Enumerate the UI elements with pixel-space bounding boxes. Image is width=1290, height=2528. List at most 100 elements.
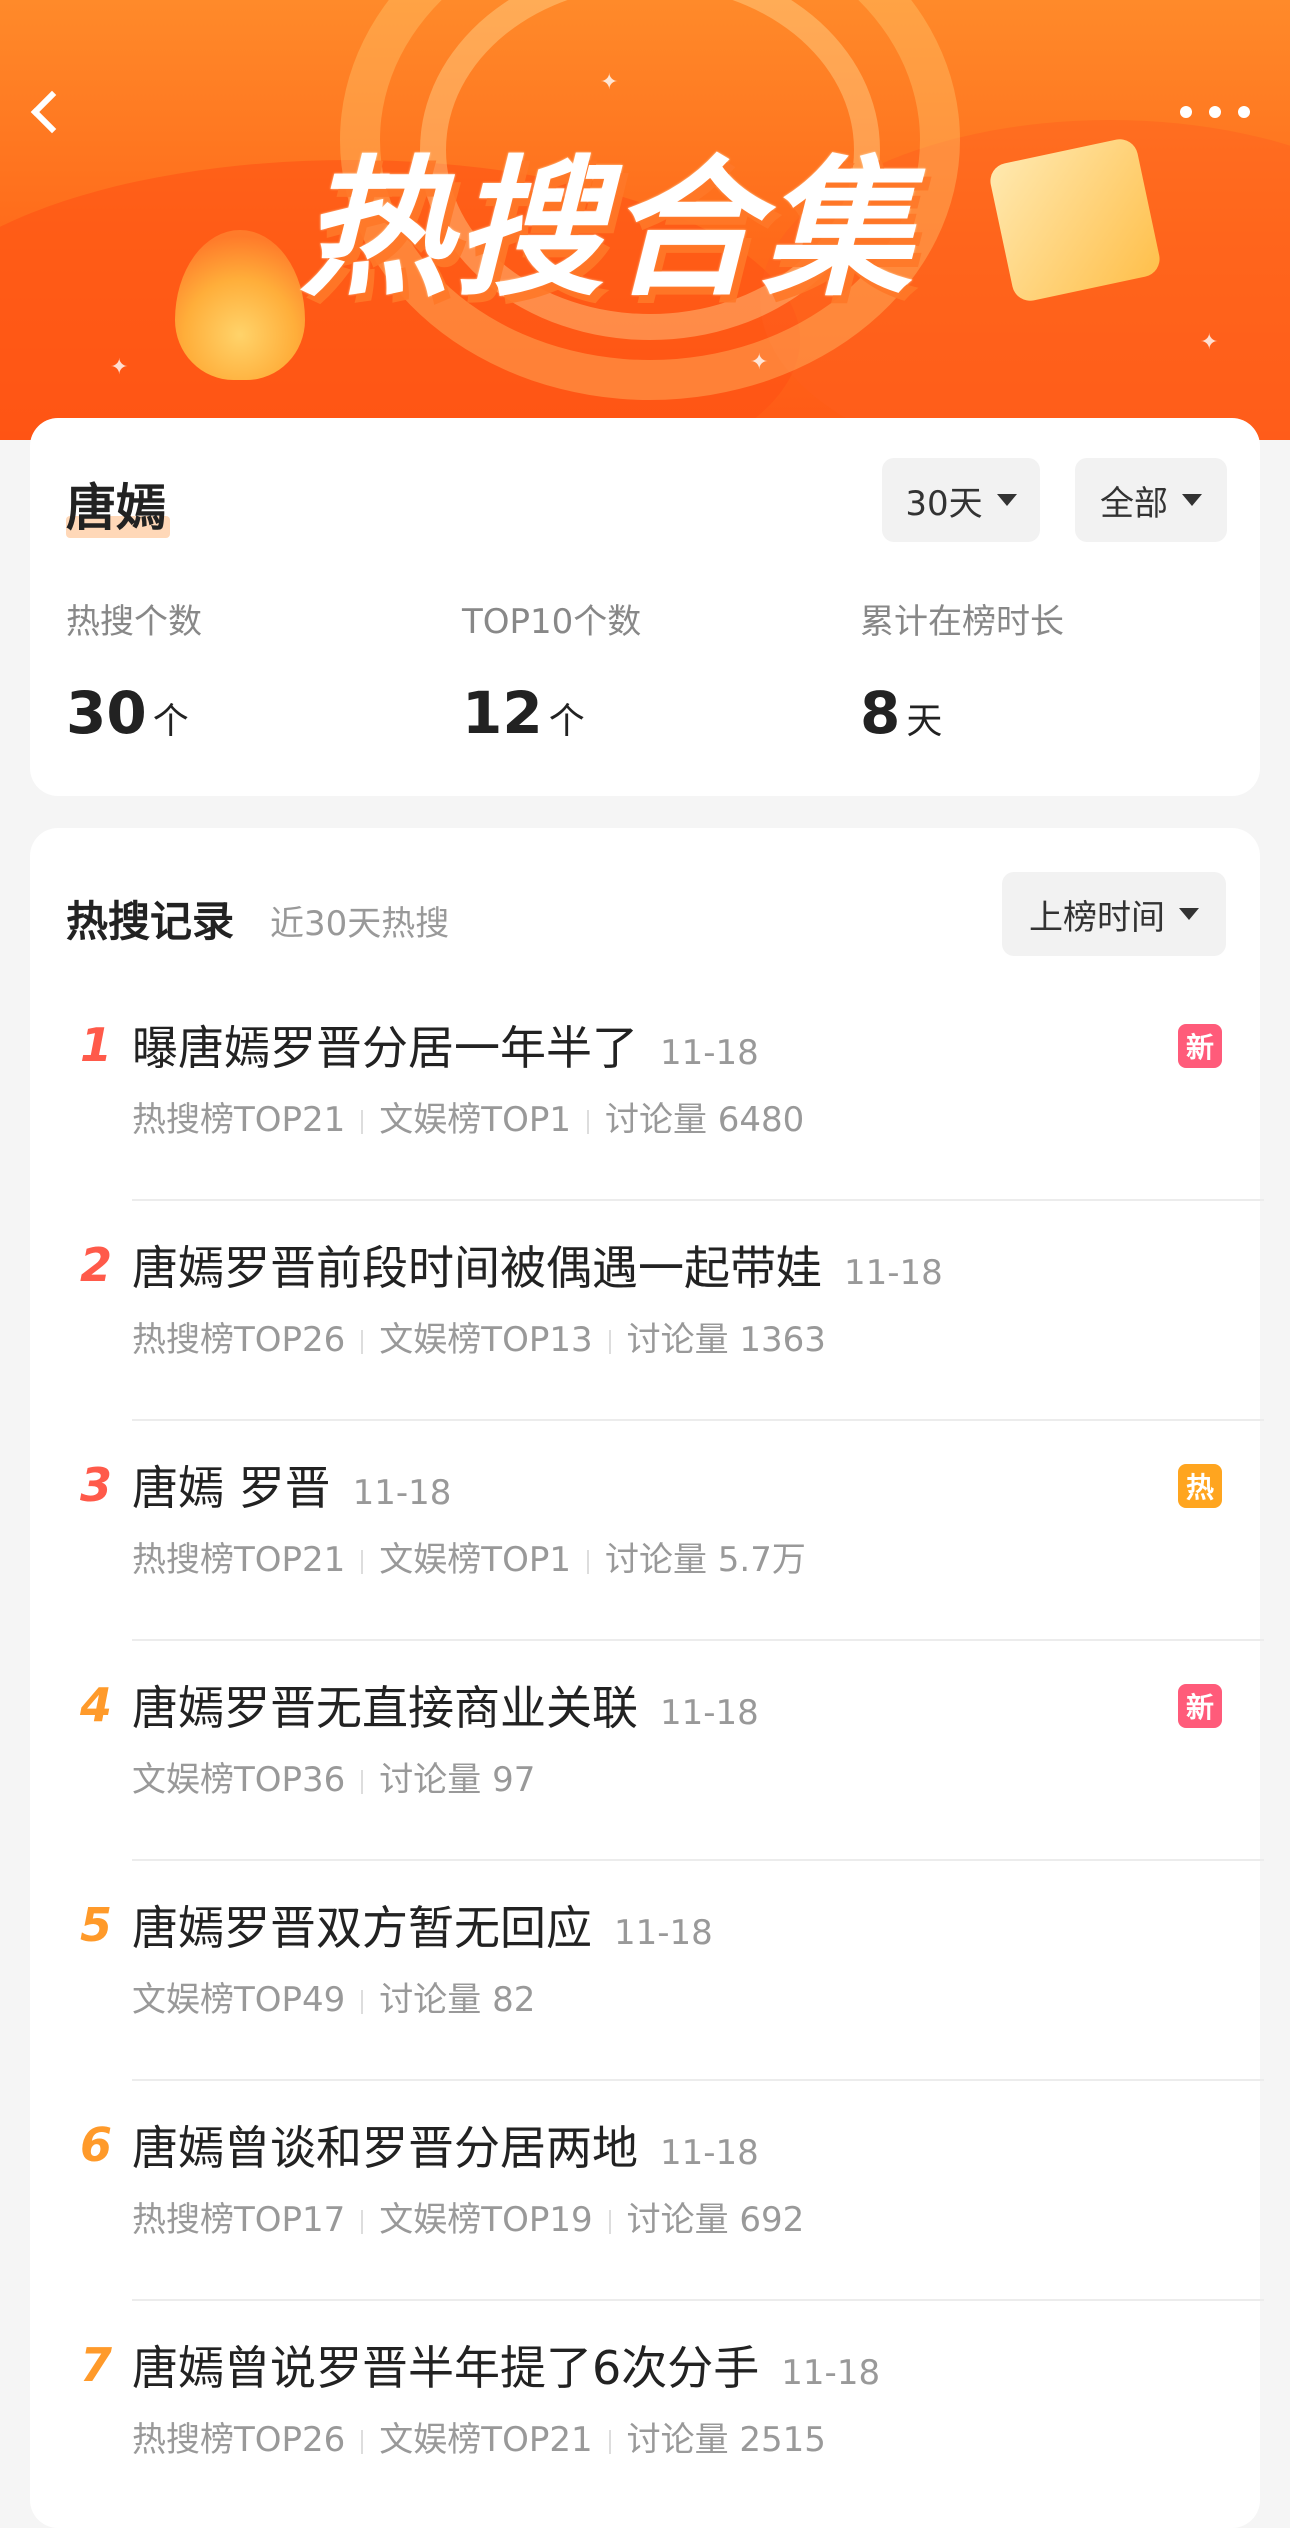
meta-separator [361,1109,364,1134]
meta-separator [361,1989,364,2014]
meta-entry: 讨论量 5.7万 [604,1540,806,1580]
meta-entry: 文娱榜TOP13 [379,1320,593,1360]
more-icon [1180,106,1192,118]
rank-number: 2 [79,1238,112,1292]
meta-entry: 文娱榜TOP19 [379,2200,593,2240]
meta-entry: 讨论量 1363 [626,1320,826,1360]
record-meta: 文娱榜TOP36 讨论量 97 [132,1752,535,1801]
meta-entry: 讨论量 82 [379,1980,536,2020]
meta-entry: 文娱榜TOP49 [132,1980,346,2020]
stat-label: 累计在榜时长 [860,602,1064,642]
record-date: 11-18 [352,1473,452,1513]
meta-entry: 文娱榜TOP36 [132,1760,346,1800]
record-meta: 热搜榜TOP26 文娱榜TOP13 讨论量 1363 [132,1312,826,1361]
stat-unit: 个 [548,701,585,742]
header-banner: ✦ ✦ ✦ ✦ 热搜合集 [0,0,1290,440]
record-item[interactable]: 6 唐嫣曾谈和罗晋分居两地 11-18 热搜榜TOP17 文娱榜TOP19 讨论量 692 [30,2080,1264,2301]
days-filter-dropdown[interactable]: 30天 [882,458,1040,542]
rank-number: 7 [79,2338,112,2392]
sparkle-icon: ✦ [750,350,769,375]
meta-separator [361,2209,364,2234]
stat-label: TOP10个数 [462,602,642,642]
meta-entry: 热搜榜TOP26 [132,2420,346,2460]
record-date: 11-18 [660,2133,759,2173]
more-button[interactable] [1180,100,1250,124]
stat-label: 热搜个数 [66,602,202,642]
record-item[interactable]: 2 唐嫣罗晋前段时间被偶遇一起带娃 11-18 热搜榜TOP26 文娱榜TOP13 讨论量… [30,1200,1264,1421]
meta-entry: 讨论量 6480 [604,1100,805,1140]
meta-entry: 热搜榜TOP17 [132,2200,346,2240]
meta-entry: 文娱榜TOP1 [379,1100,571,1140]
rank-number: 6 [79,2118,112,2172]
record-date: 11-18 [781,2353,881,2393]
record-item[interactable]: 1 曝唐嫣罗晋分居一年半了 11-18 热搜榜TOP21 文娱榜TOP1 讨论量 6480… [30,980,1264,1201]
sparkle-icon: ✦ [1200,330,1219,355]
new-badge: 新 [1178,1024,1222,1068]
stat-duration: 累计在榜时长 8天 [860,594,1064,747]
record-title: 曝唐嫣罗晋分居一年半了 [132,1021,638,1075]
record-date: 11-18 [660,1693,759,1733]
records-title: 热搜记录 [66,897,235,946]
meta-separator [361,1769,364,1794]
meta-separator [608,2209,611,2234]
rank-number: 5 [79,1898,112,1952]
record-meta: 文娱榜TOP49 讨论量 82 [132,1972,535,2021]
meta-separator [586,1109,589,1134]
meta-separator [361,1329,364,1354]
summary-card: 唐嫣 30天 全部 热搜个数 30 个 TOP10个数 12 个 累计在榜时长 8天 [30,418,1260,796]
days-filter-label: 30天 [905,483,983,524]
caret-down-icon [996,494,1017,506]
banner-title: 热搜合集 [300,143,917,317]
rank-number: 1 [79,1018,112,1072]
record-title: 唐嫣曾说罗晋半年提了6次分手 [132,2341,760,2395]
rank-number: 3 [79,1458,112,1512]
rank-number: 4 [79,1678,112,1732]
type-filter-dropdown[interactable]: 全部 [1075,458,1227,542]
records-card: 热搜记录 近30天热搜 上榜时间 1 曝唐嫣罗晋分居一年半了 11-18 热搜榜TOP… [30,828,1264,2528]
meta-separator [608,2429,611,2454]
records-subtitle: 近30天热搜 [270,904,450,944]
meta-entry: 热搜榜TOP21 [132,1540,346,1580]
record-meta: 热搜榜TOP21 文娱榜TOP1 讨论量 5.7万 [132,1532,806,1581]
record-date: 11-18 [614,1913,713,1953]
record-date: 11-18 [844,1253,943,1293]
meta-separator [361,1549,364,1574]
record-item[interactable]: 7 唐嫣曾说罗晋半年提了6次分手 11-18 热搜榜TOP26 文娱榜TOP21 讨论量 … [30,2300,1260,2520]
sort-dropdown[interactable]: 上榜时间 [1002,872,1226,956]
meta-entry: 文娱榜TOP1 [379,1540,571,1580]
back-button[interactable] [30,84,74,140]
sparkle-icon: ✦ [600,70,619,95]
stat-hot-count: 热搜个数 30 个 [66,594,202,747]
record-item[interactable]: 3 唐嫣 罗晋 11-18 热搜榜TOP21 文娱榜TOP1 讨论量 5.7万 热 [30,1420,1264,1641]
type-filter-label: 全部 [1100,483,1168,524]
stat-top10-count: TOP10个数 12 个 [462,594,641,747]
record-meta: 热搜榜TOP17 文娱榜TOP19 讨论量 692 [132,2192,804,2241]
meta-separator [608,1329,611,1354]
keyword-title: 唐嫣 [66,479,166,537]
record-date: 11-18 [660,1033,759,1073]
meta-entry: 讨论量 692 [626,2200,805,2240]
sparkle-icon: ✦ [110,355,129,380]
record-title: 唐嫣 罗晋 [132,1461,331,1515]
meta-separator [586,1549,589,1574]
new-badge: 新 [1178,1684,1222,1728]
meta-entry: 热搜榜TOP21 [132,1100,346,1140]
record-meta: 热搜榜TOP21 文娱榜TOP1 讨论量 6480 [132,1092,804,1141]
record-item[interactable]: 5 唐嫣罗晋双方暂无回应 11-18 文娱榜TOP49 讨论量 82 [30,1860,1264,2081]
record-meta: 热搜榜TOP26 文娱榜TOP21 讨论量 2515 [132,2412,826,2461]
stat-value: 8 [860,679,901,747]
meta-entry: 讨论量 97 [379,1760,536,1800]
meta-separator [361,2429,364,2454]
record-item[interactable]: 4 唐嫣罗晋无直接商业关联 11-18 文娱榜TOP36 讨论量 97 新 [30,1640,1264,1861]
caret-down-icon [1182,494,1202,506]
hot-badge: 热 [1178,1464,1222,1508]
record-title: 唐嫣曾谈和罗晋分居两地 [132,2121,638,2175]
caret-down-icon [1179,908,1199,920]
record-title: 唐嫣罗晋双方暂无回应 [132,1901,592,1955]
stat-unit: 个 [152,701,189,742]
record-title: 唐嫣罗晋无直接商业关联 [132,1681,638,1735]
stat-unit: 天 [906,701,943,742]
record-title: 唐嫣罗晋前段时间被偶遇一起带娃 [132,1241,822,1295]
back-icon [30,90,74,134]
stat-value: 30 [66,679,147,747]
